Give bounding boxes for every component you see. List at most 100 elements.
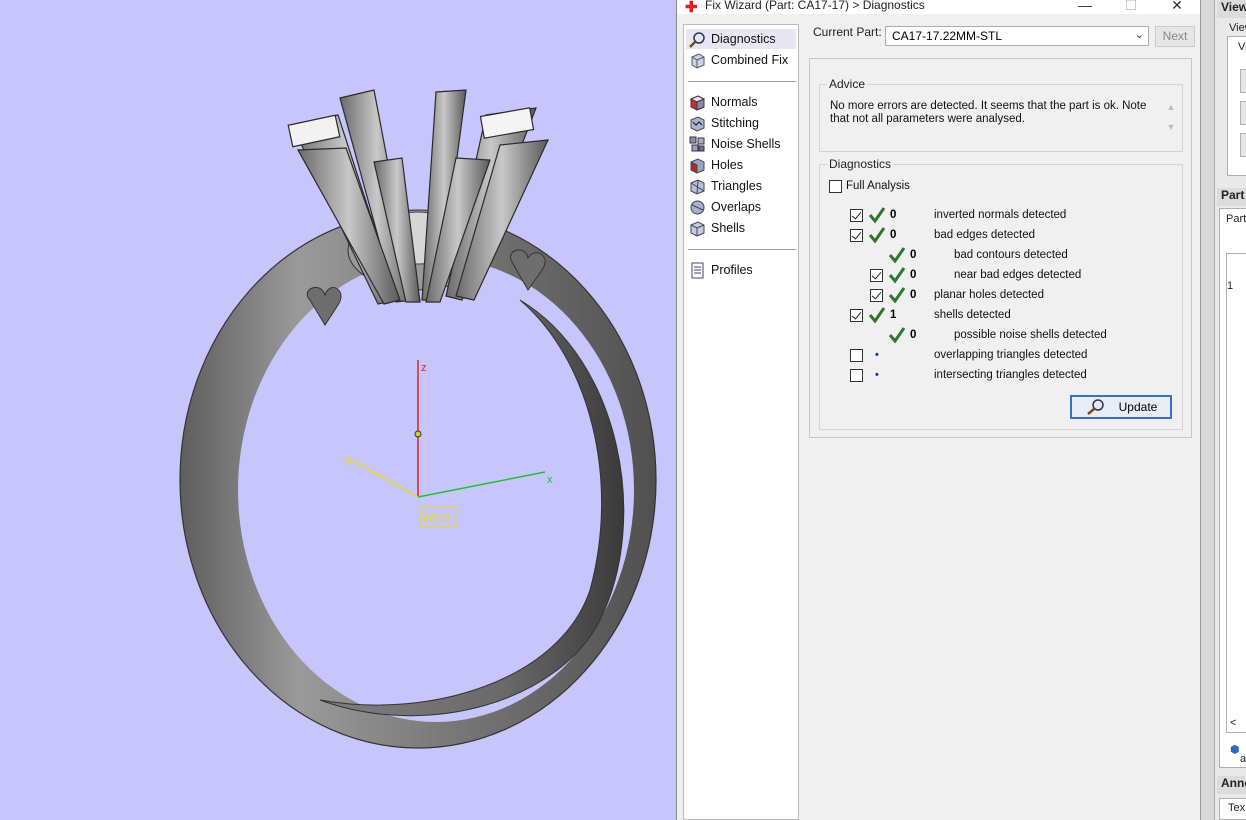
annotation-text-label: Tex: [1228, 802, 1246, 814]
update-button[interactable]: Update: [1070, 395, 1172, 419]
diag-label: possible noise shells detected: [954, 329, 1107, 341]
nav-label: Triangles: [711, 179, 762, 193]
diag-row-planar-holes: 0 planar holes detected: [820, 286, 1180, 306]
nav-label: Shells: [711, 221, 746, 235]
nav-item-combined-fix[interactable]: Combined Fix: [686, 50, 796, 70]
near-bad-edges-checkbox[interactable]: [870, 269, 883, 282]
advice-text: No more errors are detected. It seems th…: [830, 100, 1147, 125]
diag-label: shells detected: [934, 309, 1011, 321]
fix-wizard-window: ✚ Fix Wizard (Part: CA17-17) > Diagnosti…: [676, 0, 1200, 820]
nav-item-noise-shells[interactable]: Noise Shells: [686, 134, 796, 154]
planar-holes-checkbox[interactable]: [870, 289, 883, 302]
nav-item-diagnostics[interactable]: Diagnostics: [686, 29, 796, 49]
nav-item-profiles[interactable]: Profiles: [686, 260, 796, 280]
diag-label: intersecting triangles detected: [934, 369, 1087, 381]
part-panel-box: Part 1 < ⬢ a: [1219, 208, 1246, 768]
diag-count: 0: [890, 209, 897, 221]
diagnostics-title: Diagnostics: [827, 157, 894, 171]
diag-label: overlapping triangles detected: [934, 349, 1088, 361]
nav-item-triangles[interactable]: Triangles: [686, 176, 796, 196]
part-panel-header[interactable]: Part: [1217, 188, 1246, 206]
content-frame: Advice No more errors are detected. It s…: [809, 58, 1192, 438]
scroll-left-arrow[interactable]: <: [1230, 717, 1236, 729]
intersecting-triangles-checkbox[interactable]: [850, 369, 863, 382]
normals-icon: [689, 94, 706, 111]
diag-row-near-bad-edges: 0 near bad edges detected: [820, 266, 1180, 286]
inverted-normals-checkbox[interactable]: [850, 209, 863, 222]
maximize-button[interactable]: ☐: [1121, 0, 1141, 14]
diag-row-bad-contours: 0 bad contours detected: [820, 246, 1180, 266]
diag-label: bad contours detected: [954, 249, 1068, 261]
diag-label: inverted normals detected: [934, 209, 1067, 221]
diag-row-bad-edges: 0 bad edges detected: [820, 226, 1180, 246]
diag-row-inverted-normals: 0 inverted normals detected: [820, 206, 1180, 226]
chevron-down-icon: ⌄: [1134, 29, 1144, 41]
nav-item-holes[interactable]: Holes: [686, 155, 796, 175]
full-analysis-label: Full Analysis: [846, 180, 910, 192]
nav-item-stitching[interactable]: Stitching: [686, 113, 796, 133]
status-dot-icon: •: [875, 349, 879, 361]
check-icon: [868, 207, 886, 224]
view-panel-header[interactable]: View: [1217, 0, 1246, 18]
next-button[interactable]: Next: [1155, 26, 1195, 47]
noise-shells-icon: [689, 136, 705, 151]
annotation-box: Tex: [1219, 798, 1246, 820]
axis-y-label: y: [345, 455, 351, 467]
title-bar: ✚ Fix Wizard (Part: CA17-17) > Diagnosti…: [677, 0, 1200, 16]
diag-count: 0: [910, 289, 917, 301]
shells-checkbox[interactable]: [850, 309, 863, 322]
check-icon: [888, 247, 906, 264]
ring-model: z x y WCS: [179, 89, 657, 749]
minimize-button[interactable]: —: [1075, 0, 1095, 13]
diag-row-shells: 1 shells detected: [820, 306, 1180, 326]
wizard-nav: Diagnostics Combined Fix Normals Stitchi…: [683, 24, 799, 820]
nav-item-shells[interactable]: Shells: [686, 218, 796, 238]
diag-count: 0: [910, 269, 917, 281]
advice-title: Advice: [827, 77, 868, 91]
diag-label: bad edges detected: [934, 229, 1036, 241]
check-icon: [888, 267, 906, 284]
shells-icon: [690, 220, 705, 237]
part-action-label: a: [1240, 753, 1246, 765]
full-analysis-checkbox[interactable]: [829, 180, 842, 193]
red-cross-icon: ✚: [685, 0, 698, 16]
nav-label: Stitching: [711, 116, 759, 130]
current-part-label: Current Part:: [813, 25, 882, 39]
3d-viewport[interactable]: z x y WCS: [0, 0, 676, 820]
holes-icon: [690, 157, 705, 174]
view-panel-tab[interactable]: View: [1229, 22, 1246, 34]
overlaps-icon: [690, 200, 705, 214]
view-button[interactable]: [1240, 133, 1246, 157]
bad-edges-checkbox[interactable]: [850, 229, 863, 242]
diag-count: 0: [910, 249, 917, 261]
close-button[interactable]: ✕: [1167, 0, 1187, 14]
nav-divider: [688, 249, 796, 250]
part-column-header: Part: [1226, 213, 1246, 225]
current-part-select[interactable]: CA17-17.22MM-STL ⌄: [885, 26, 1149, 46]
triangles-icon: [690, 178, 705, 195]
advice-scrollbar[interactable]: ▲ ▼: [1164, 97, 1178, 141]
pivot-point: [414, 430, 422, 438]
document-icon: [691, 262, 704, 278]
check-icon: [868, 227, 886, 244]
part-action-icon[interactable]: ⬢: [1230, 743, 1240, 756]
view-button[interactable]: [1240, 101, 1246, 125]
check-icon: [868, 307, 886, 324]
nav-label: Diagnostics: [711, 32, 776, 46]
magnifier-icon: [689, 31, 705, 48]
annotation-panel-header[interactable]: Anno: [1217, 776, 1246, 794]
check-icon: [888, 287, 906, 304]
axis-z-label: z: [421, 362, 427, 374]
nav-label: Noise Shells: [711, 137, 781, 151]
part-list[interactable]: 1: [1226, 253, 1246, 733]
nav-item-normals[interactable]: Normals: [686, 92, 796, 112]
dock-strip: [1201, 0, 1215, 820]
overlapping-triangles-checkbox[interactable]: [850, 349, 863, 362]
nav-label: Profiles: [711, 263, 753, 277]
diag-count: 1: [890, 309, 897, 321]
part-row-index: 1: [1227, 280, 1234, 292]
view-button[interactable]: [1240, 69, 1246, 93]
diag-count: 0: [890, 229, 897, 241]
diag-row-noise-shells: 0 possible noise shells detected: [820, 326, 1180, 346]
nav-item-overlaps[interactable]: Overlaps: [686, 197, 796, 217]
